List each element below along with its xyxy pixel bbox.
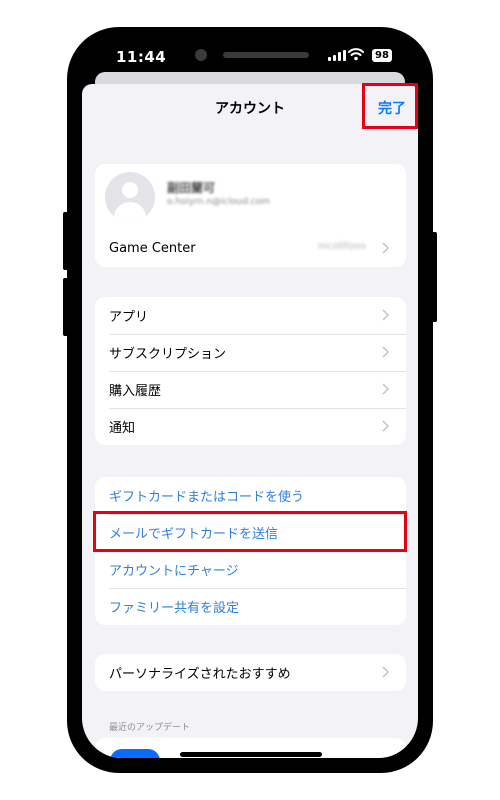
menu-item-subscriptions[interactable]: サブスクリプション xyxy=(95,334,406,371)
menu-item-label: 購入履歴 xyxy=(109,384,162,399)
done-button[interactable]: 完了 xyxy=(378,98,406,118)
gift-card-section: ギフトカードまたはコードを使う メールでギフトカードを送信 アカウントにチャージ… xyxy=(95,477,406,625)
chevron-right-icon xyxy=(382,666,390,678)
gift-item-label: ギフトカードまたはコードを使う xyxy=(109,490,305,505)
game-center-row[interactable]: Game Center nicollfooo xyxy=(95,230,406,267)
front-camera xyxy=(195,49,207,61)
redeem-gift-card-link[interactable]: ギフトカードまたはコードを使う xyxy=(95,477,406,514)
send-gift-card-by-email-link[interactable]: メールでギフトカードを送信 xyxy=(95,514,406,551)
status-time: 11:44 xyxy=(116,48,167,66)
volume-up-button xyxy=(63,212,69,270)
earpiece-speaker xyxy=(223,52,309,58)
account-menu-card: アプリ サブスクリプション 購入履歴 通知 xyxy=(95,297,406,445)
menu-item-label: 通知 xyxy=(109,421,136,436)
family-sharing-link[interactable]: ファミリー共有を設定 xyxy=(95,588,406,625)
profile-email: o.hoiyrn.n@icloud.com xyxy=(167,197,271,207)
chevron-right-icon xyxy=(382,383,390,395)
add-funds-link[interactable]: アカウントにチャージ xyxy=(95,551,406,588)
cellular-signal-icon xyxy=(328,50,346,61)
page-title: アカウント xyxy=(215,101,285,117)
app-icon[interactable] xyxy=(110,749,160,758)
profile-card: 副田蘭可 o.hoiyrn.n@icloud.com Game Center n… xyxy=(95,164,406,267)
menu-item-notifications[interactable]: 通知 xyxy=(95,408,406,445)
gift-item-label: ファミリー共有を設定 xyxy=(109,601,240,616)
chevron-right-icon xyxy=(382,346,390,358)
profile-name: 副田蘭可 xyxy=(167,181,216,195)
power-button xyxy=(431,232,437,322)
screen: 11:44 98 アカウント 完了 副田蘭可 o.hoiyrn.n@icloud… xyxy=(82,42,418,758)
menu-item-label: サブスクリプション xyxy=(109,347,227,362)
account-sheet: アカウント 完了 副田蘭可 o.hoiyrn.n@icloud.com Game… xyxy=(82,83,418,758)
home-indicator[interactable] xyxy=(180,752,322,757)
chevron-right-icon xyxy=(382,242,390,254)
gift-item-label: アカウントにチャージ xyxy=(109,564,239,579)
battery-indicator: 98 xyxy=(372,49,392,62)
person-placeholder-icon xyxy=(105,172,155,222)
menu-item-purchase-history[interactable]: 購入履歴 xyxy=(95,371,406,408)
menu-item-apps[interactable]: アプリ xyxy=(95,297,406,334)
wifi-icon xyxy=(348,48,364,61)
personalized-card: パーソナライズされたおすすめ xyxy=(95,654,406,691)
game-center-value: nicollfooo xyxy=(317,241,366,252)
chevron-right-icon xyxy=(382,420,390,432)
gift-item-label: メールでギフトカードを送信 xyxy=(109,527,279,542)
personalized-recommendations-row[interactable]: パーソナライズされたおすすめ xyxy=(95,654,406,691)
phone-frame: 11:44 98 アカウント 完了 副田蘭可 o.hoiyrn.n@icloud… xyxy=(63,27,437,773)
personalized-label: パーソナライズされたおすすめ xyxy=(109,667,291,682)
chevron-right-icon xyxy=(382,309,390,321)
profile-row[interactable]: 副田蘭可 o.hoiyrn.n@icloud.com xyxy=(95,164,406,230)
volume-down-button xyxy=(63,278,69,336)
recent-updates-header: 最近のアップデート xyxy=(109,723,191,733)
menu-item-label: アプリ xyxy=(109,310,149,325)
game-center-label: Game Center xyxy=(109,241,196,256)
